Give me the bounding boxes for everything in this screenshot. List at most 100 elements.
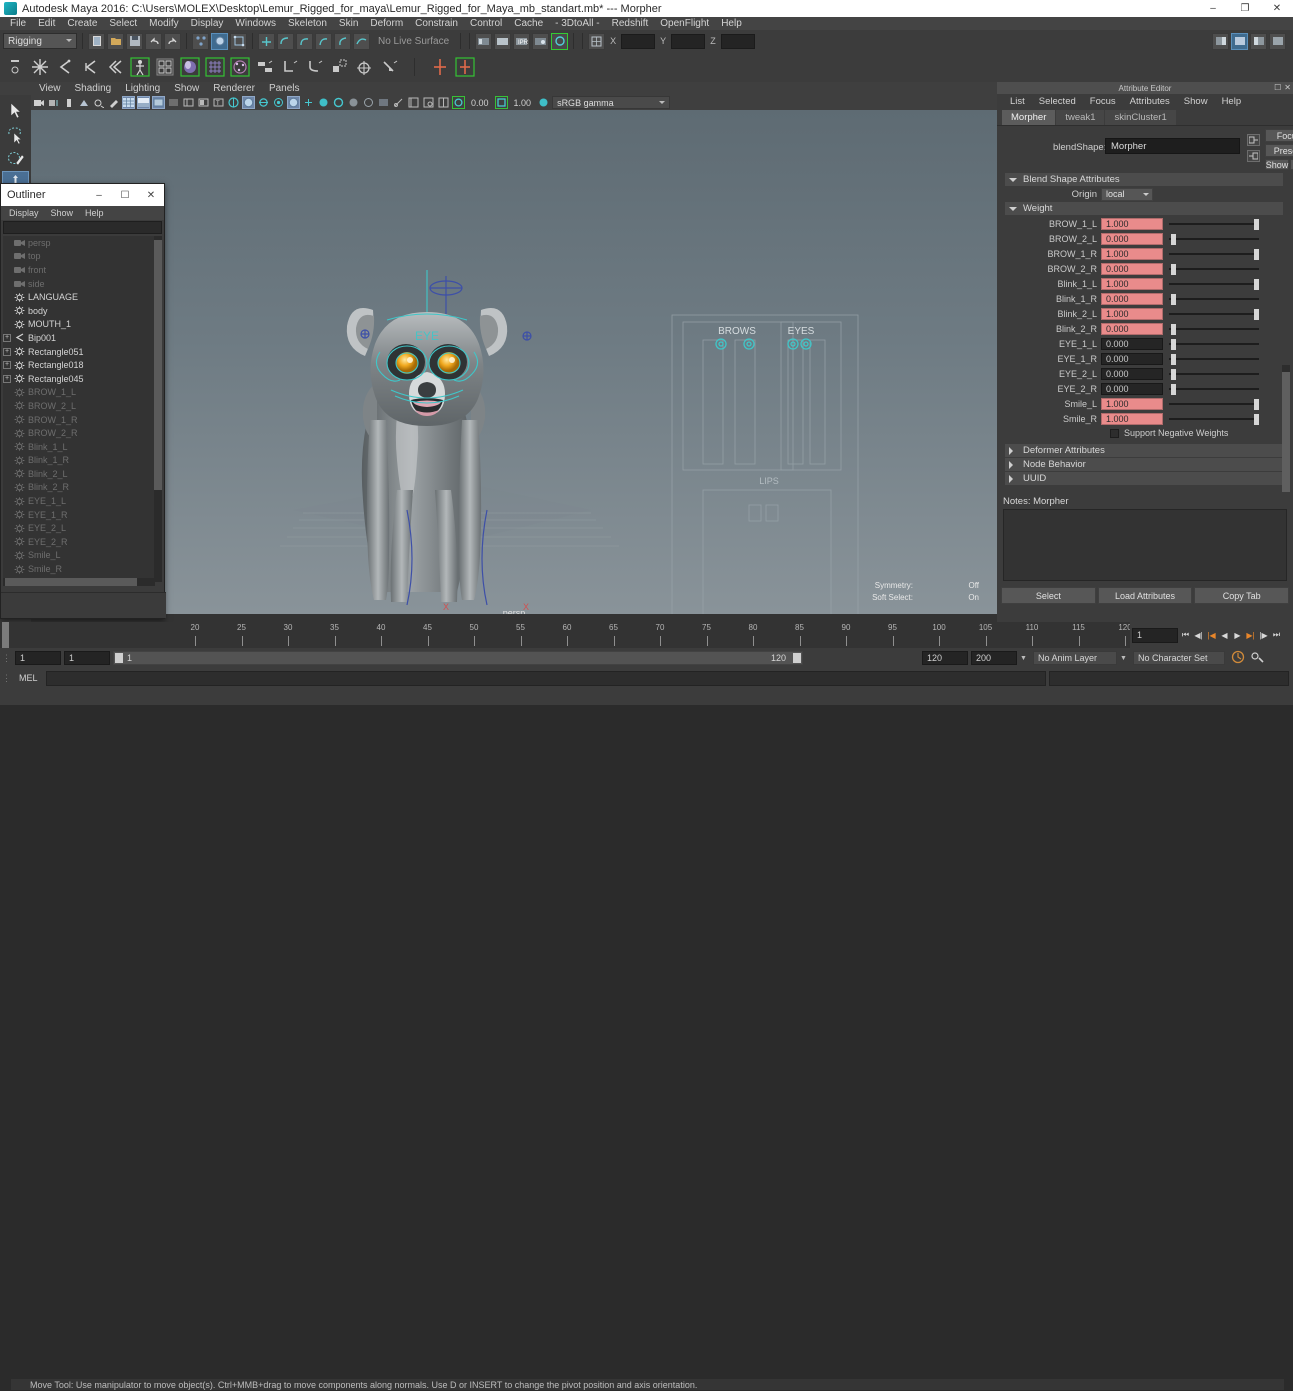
viewport-menu-item-renderer[interactable]: Renderer [206,82,262,95]
attribute-editor-menu-item-focus[interactable]: Focus [1083,96,1123,107]
weight-slider[interactable] [1169,308,1259,320]
exposure-toggle-icon[interactable] [452,96,465,109]
snap-projected-icon[interactable] [315,32,332,50]
step-back-frame-icon[interactable]: |◀ [1206,628,1217,642]
toggle-tool-settings-icon[interactable] [1231,32,1248,50]
weight-value-field[interactable]: 1.000 [1101,397,1163,410]
weight-slider[interactable] [1169,263,1259,275]
outliner-menu-item-display[interactable]: Display [3,208,45,218]
playback-start-field[interactable]: 1 [15,651,61,665]
range-grip-icon[interactable]: ⋮ [2,653,12,664]
texture-icon[interactable]: T [212,96,225,109]
ipr-render-icon[interactable]: IPR [513,32,531,50]
render-view-icon[interactable] [475,32,493,50]
main-menu-item-display[interactable]: Display [185,17,230,30]
paint-effects-icon[interactable] [422,96,435,109]
weight-slider[interactable] [1169,218,1259,230]
outliner-item[interactable]: Blink_2_L [3,467,155,481]
outliner-item[interactable]: LANGUAGE [3,290,155,304]
xray-mode-icon[interactable] [227,96,240,109]
main-menu-item-cache[interactable]: Cache [508,17,549,30]
resolution-gate-icon[interactable] [377,96,390,109]
grid-toggle-icon[interactable] [347,96,360,109]
attribute-editor-menu-item-selected[interactable]: Selected [1032,96,1083,107]
outliner-item[interactable]: + Rectangle045 [3,372,155,386]
auto-key-icon[interactable] [1231,650,1246,667]
attribute-editor-menu-item-help[interactable]: Help [1215,96,1249,107]
outliner-item[interactable]: BROW_2_R [3,426,155,440]
viewport-menu-item-lighting[interactable]: Lighting [118,82,167,95]
y-coord-field[interactable] [671,33,706,49]
range-bar[interactable]: 1 120 [113,651,803,665]
output-connection-icon[interactable] [1247,150,1260,162]
main-menu-item-skin[interactable]: Skin [333,17,364,30]
viewport-3d[interactable]: EYE X X BROWS EYES LIPS persp Symmetry: … [31,110,997,622]
select-component-icon[interactable] [230,32,247,50]
isolate-select-icon[interactable] [392,96,405,109]
slider-thumb[interactable] [1171,353,1176,365]
weight-value-field[interactable]: 1.000 [1101,247,1163,260]
outliner-item[interactable]: MOUTH_1 [3,318,155,332]
gamma-toggle-icon[interactable] [494,96,508,109]
weight-value-field[interactable]: 0.000 [1101,382,1163,395]
weight-value-field[interactable]: 0.000 [1101,292,1163,305]
main-menu-item-deform[interactable]: Deform [364,17,409,30]
slider-thumb[interactable] [1171,233,1176,245]
weight-value-field[interactable]: 0.000 [1101,262,1163,275]
weight-slider[interactable] [1169,383,1259,395]
blendshape-name-field[interactable]: Morpher [1105,138,1240,154]
outliner-item[interactable]: BROW_1_L [3,386,155,400]
maximize-button[interactable]: ❐ [1229,0,1261,17]
main-menu-item-skeleton[interactable]: Skeleton [282,17,333,30]
select-object-icon[interactable] [211,32,228,50]
notes-textarea[interactable] [1003,509,1287,581]
slider-thumb[interactable] [1171,323,1176,335]
animation-end-field[interactable]: 120 [922,651,968,665]
outliner-item[interactable]: top [3,250,155,264]
new-scene-icon[interactable] [88,32,105,50]
shelf-options-icon[interactable] [4,55,26,79]
image-plane-icon[interactable] [77,96,90,109]
color-profile-selector[interactable]: sRGB gamma [552,96,671,109]
time-slider[interactable]: 20 25 30 35 40 45 50 55 60 65 70 75 80 85 90 95 100 105 11… [0,622,1293,648]
main-menu-item-select[interactable]: Select [103,17,143,30]
outliner-item[interactable]: Blink_1_R [3,454,155,468]
lighting-default-icon[interactable] [167,96,180,109]
ao-icon[interactable] [317,96,330,109]
toggle-attribute-editor-icon[interactable] [1212,32,1229,50]
weight-value-field[interactable]: 0.000 [1101,232,1163,245]
weight-slider[interactable] [1169,248,1259,260]
film-gate-icon[interactable] [362,96,375,109]
main-menu-item-file[interactable]: File [4,17,32,30]
expand-toggle-icon[interactable]: + [3,374,11,383]
lattice-deformer-icon[interactable] [204,55,226,79]
weight-slider[interactable] [1169,293,1259,305]
outliner-item[interactable]: front [3,263,155,277]
attribute-editor-tab-morpher[interactable]: Morpher [1002,110,1056,125]
toggle-sidebar-icon[interactable] [1269,32,1286,50]
weight-value-field[interactable]: 1.000 [1101,412,1163,425]
select-hierarchy-icon[interactable] [192,32,209,50]
anim-layer-selector[interactable]: No Anim Layer [1033,651,1117,665]
outliner-tree[interactable]: persp top front side LANGUAGE body MOUTH_1 + Bip… [3,236,155,582]
parent-constraint-icon[interactable] [254,55,276,79]
bind-skin-icon[interactable] [129,55,151,79]
slider-thumb[interactable] [1254,218,1259,230]
outliner-horizontal-scrollbar-thumb[interactable] [5,578,137,586]
snap-curve-icon[interactable] [277,32,294,50]
wireframe-on-shaded-icon[interactable] [122,96,135,109]
main-menu-item-control[interactable]: Control [464,17,508,30]
outliner-menu-item-show[interactable]: Show [45,208,80,218]
play-forwards-icon[interactable]: ▶ [1232,628,1243,642]
go-to-end-icon[interactable]: ⏭ [1271,628,1282,642]
main-menu-item-modify[interactable]: Modify [143,17,184,30]
ik-spline-icon[interactable] [79,55,101,79]
xray-active-components-icon[interactable] [257,96,270,109]
weight-value-field[interactable]: 0.000 [1101,337,1163,350]
step-forward-keyframe-icon[interactable]: |▶ [1258,628,1269,642]
range-left-handle[interactable] [115,653,123,663]
orient-constraint-icon[interactable] [304,55,326,79]
weight-slider[interactable] [1169,353,1259,365]
camera-attributes-icon[interactable] [47,96,60,109]
x-coord-field[interactable] [621,33,656,49]
